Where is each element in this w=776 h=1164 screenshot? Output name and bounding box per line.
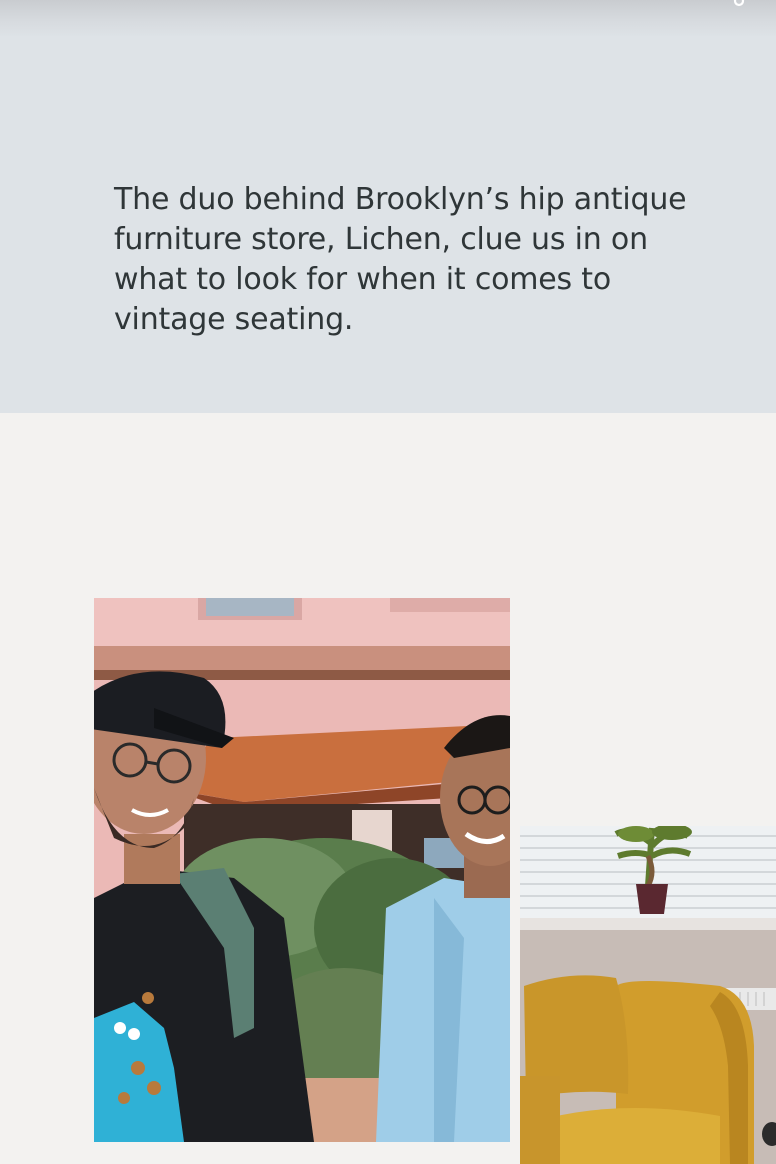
menu-icon[interactable]: [732, 0, 746, 8]
intro-section: The duo behind Brooklyn’s hip antique fu…: [0, 0, 776, 413]
intro-paragraph: The duo behind Brooklyn’s hip antique fu…: [114, 182, 687, 337]
header-bar: [0, 0, 776, 36]
photo-yellow-armchair: [520, 826, 776, 1164]
photo-lichen-duo: [94, 598, 510, 1142]
page: The duo behind Brooklyn’s hip antique fu…: [0, 0, 776, 1164]
